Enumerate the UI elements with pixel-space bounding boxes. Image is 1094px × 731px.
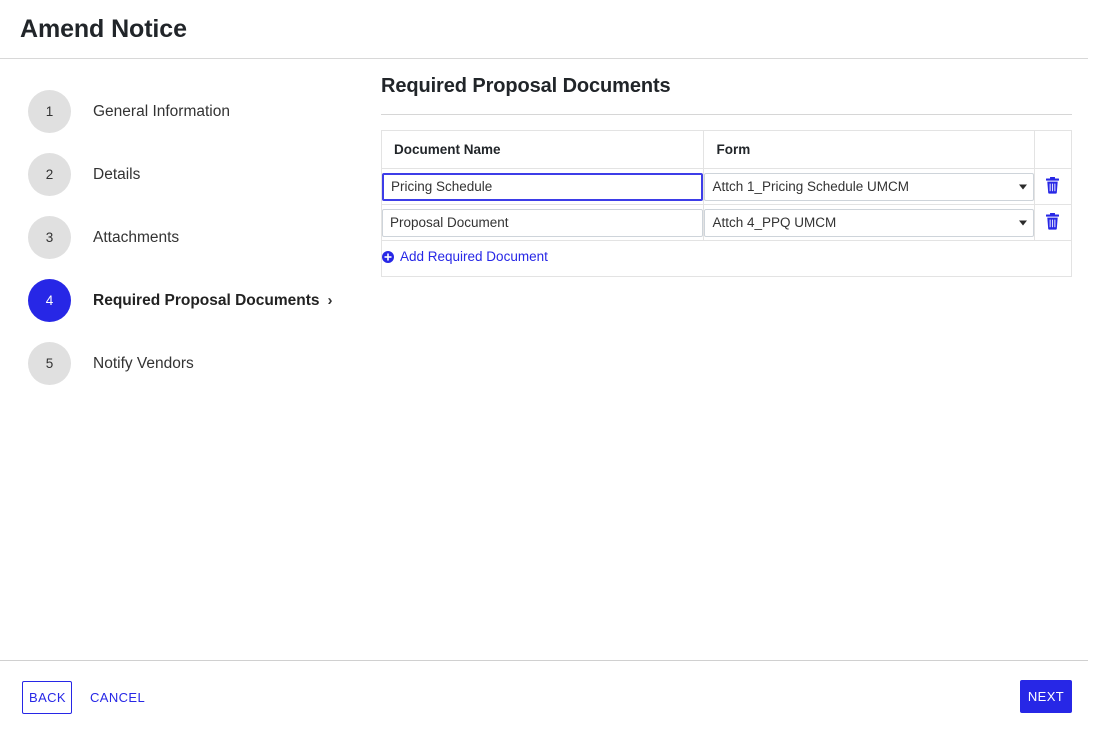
cell-document-name [380, 204, 705, 241]
page-body: 1 General Information 2 Details 3 Attach… [0, 59, 1088, 660]
page-header: Amend Notice [0, 0, 1094, 59]
wizard-stepper: 1 General Information 2 Details 3 Attach… [28, 90, 358, 405]
sidebar-item-general-information[interactable]: 1 General Information [28, 90, 358, 133]
form-select[interactable]: Attch 4_PPQ UMCM [704, 208, 1034, 237]
step-label: Attachments [93, 228, 180, 246]
section-divider [381, 114, 1072, 115]
table-row: Attch 4_PPQ UMCM [380, 204, 1073, 241]
step-number-badge: 5 [28, 342, 71, 385]
cell-form: Attch 1_Pricing Schedule UMCM [703, 168, 1035, 205]
plus-circle-icon [382, 250, 394, 263]
step-number-badge: 4 [28, 279, 71, 322]
table-header-row: Document Name Form [380, 130, 1073, 169]
step-label: Notify Vendors [93, 354, 194, 372]
form-select-value[interactable]: Attch 1_Pricing Schedule UMCM [704, 172, 1034, 201]
step-number-badge: 3 [28, 216, 71, 259]
next-button[interactable]: NEXT [1020, 680, 1072, 713]
cancel-button[interactable]: CANCEL [86, 681, 149, 714]
back-button[interactable]: BACK [22, 681, 72, 714]
step-label: General Information [93, 102, 230, 120]
form-select[interactable]: Attch 1_Pricing Schedule UMCM [704, 172, 1034, 201]
main-panel: Required Proposal Documents Document Nam… [380, 75, 1073, 277]
footer-action-bar: BACK CANCEL [0, 660, 1088, 731]
cell-document-name [380, 168, 705, 205]
cell-form: Attch 4_PPQ UMCM [703, 204, 1035, 241]
table-header: Document Name Form [380, 130, 1073, 169]
sidebar-item-attachments[interactable]: 3 Attachments [28, 216, 358, 259]
document-name-input[interactable] [382, 208, 704, 237]
sidebar-item-notify-vendors[interactable]: 5 Notify Vendors [28, 342, 358, 385]
column-header-actions [1033, 130, 1073, 169]
sidebar-item-required-proposal-documents[interactable]: 4 Required Proposal Documents › [28, 279, 358, 322]
chevron-right-icon: › [327, 292, 333, 309]
required-documents-table: Document Name Form Attch 1_Pricing Sched… [380, 130, 1073, 277]
column-header-form: Form [703, 130, 1035, 169]
sidebar-item-details[interactable]: 2 Details [28, 153, 358, 196]
table-add-row: Add Required Document [381, 240, 1072, 277]
trash-icon [1046, 213, 1060, 230]
step-label: Required Proposal Documents [93, 291, 320, 309]
add-required-document-button[interactable]: Add Required Document [382, 249, 548, 264]
cell-add-document: Add Required Document [381, 240, 1072, 277]
delete-row-button[interactable] [1041, 174, 1065, 198]
trash-icon [1046, 177, 1060, 194]
section-title: Required Proposal Documents [381, 75, 671, 97]
right-gutter [1088, 0, 1094, 731]
cell-actions [1033, 168, 1073, 205]
delete-row-button[interactable] [1041, 210, 1065, 234]
page-title: Amend Notice [20, 14, 187, 43]
step-number-badge: 2 [28, 153, 71, 196]
document-name-input[interactable] [382, 172, 704, 201]
table-body: Attch 1_Pricing Schedule UMCM [380, 168, 1073, 277]
add-required-document-label: Add Required Document [400, 249, 548, 265]
step-number-badge: 1 [28, 90, 71, 133]
form-select-value[interactable]: Attch 4_PPQ UMCM [704, 208, 1034, 237]
table-row: Attch 1_Pricing Schedule UMCM [380, 168, 1073, 205]
column-header-document-name: Document Name [380, 130, 705, 169]
step-label: Details [93, 165, 141, 183]
cell-actions [1033, 204, 1073, 241]
amend-notice-page: Amend Notice 1 General Information 2 Det… [0, 0, 1094, 731]
